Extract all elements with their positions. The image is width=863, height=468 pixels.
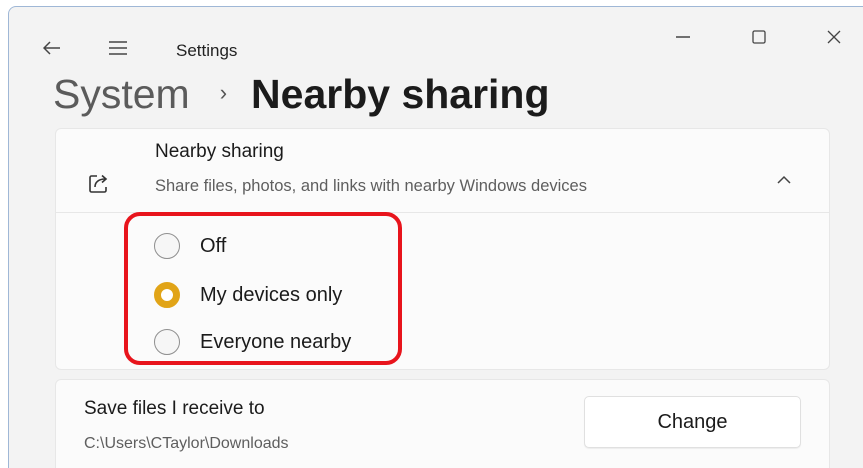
radio-button-selected[interactable] — [154, 282, 180, 308]
radio-label: Everyone nearby — [200, 330, 352, 353]
close-icon[interactable] — [817, 25, 851, 49]
breadcrumb-separator: › — [219, 79, 228, 105]
minimize-icon[interactable] — [666, 25, 700, 49]
hamburger-menu-icon[interactable] — [105, 37, 131, 59]
nearby-sharing-header[interactable]: Nearby sharing Share files, photos, and … — [56, 129, 829, 213]
radio-option-everyone-nearby[interactable]: Everyone nearby — [154, 329, 351, 355]
change-button[interactable]: Change — [584, 396, 801, 448]
chevron-up-icon[interactable] — [776, 172, 796, 192]
save-location-path: C:\Users\CTaylor\Downloads — [84, 435, 289, 452]
nearby-sharing-title: Nearby sharing — [155, 141, 284, 162]
radio-option-my-devices-only[interactable]: My devices only — [154, 282, 342, 308]
nearby-sharing-card: Nearby sharing Share files, photos, and … — [55, 128, 830, 370]
radio-option-off[interactable]: Off — [154, 233, 226, 259]
back-arrow-icon[interactable] — [39, 37, 65, 59]
radio-button[interactable] — [154, 329, 180, 355]
save-location-title: Save files I receive to — [84, 398, 265, 419]
app-title: Settings — [176, 41, 238, 60]
save-location-card: Save files I receive to C:\Users\CTaylor… — [55, 379, 830, 468]
nearby-sharing-subtitle: Share files, photos, and links with near… — [155, 177, 587, 195]
share-icon — [88, 173, 110, 193]
radio-label: Off — [200, 234, 227, 257]
radio-button[interactable] — [154, 233, 180, 259]
page-title: Nearby sharing — [251, 71, 550, 117]
breadcrumb-root[interactable]: System — [53, 71, 190, 118]
settings-window: Settings System › Nearby sharing Nearby … — [8, 6, 863, 468]
breadcrumb: System › Nearby sharing — [53, 71, 550, 118]
radio-label: My devices only — [200, 283, 343, 306]
maximize-icon[interactable] — [742, 25, 776, 49]
